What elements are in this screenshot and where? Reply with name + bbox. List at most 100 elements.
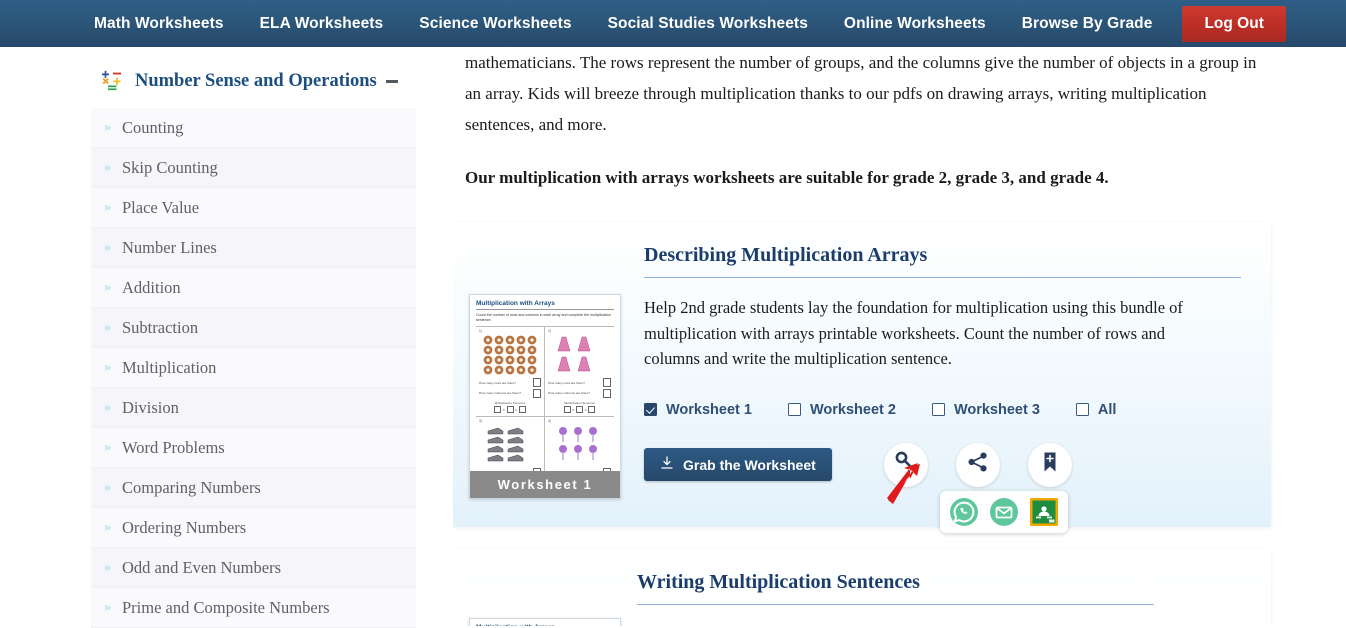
equation-row: × = (548, 405, 611, 413)
nav-item-social-studies-worksheets[interactable]: Social Studies Worksheets (590, 0, 826, 47)
whatsapp-icon[interactable] (949, 497, 979, 527)
checkbox-worksheet-2[interactable]: Worksheet 2 (787, 401, 896, 418)
worksheet-checkbox-group: Worksheet 1 Worksheet 2 Worksheet 3 All (644, 402, 1241, 418)
sidebar-item-skip-counting[interactable]: » Skip Counting (91, 148, 416, 188)
thumbnail-caption: Worksheet 1 (470, 471, 620, 498)
card-description: Help 2nd grade students lay the foundati… (644, 298, 1183, 368)
sidebar-item-label: Addition (122, 277, 181, 297)
equation-box (494, 405, 502, 413)
sidebar-item-label: Division (122, 397, 179, 417)
google-classroom-icon[interactable] (1029, 497, 1059, 527)
sidebar-item-addition[interactable]: » Addition (91, 268, 416, 308)
bookmark-plus-icon (1039, 451, 1061, 478)
math-operators-icon (100, 68, 126, 94)
equation-box (563, 405, 571, 413)
sidebar-item-label: Word Problems (122, 437, 225, 457)
answer-box (603, 388, 611, 398)
answer-box (533, 378, 541, 387)
sidebar-header[interactable]: Number Sense and Operations (91, 62, 416, 108)
card-actions: Grab the Worksheet (644, 442, 1241, 533)
sidebar-item-comparing-numbers[interactable]: » Comparing Numbers (91, 468, 416, 508)
sidebar-item-label: Multiplication (122, 357, 217, 377)
nav-item-browse-by-grade[interactable]: Browse By Grade (1004, 0, 1171, 47)
grab-the-worksheet-button[interactable]: Grab the Worksheet (644, 448, 832, 481)
card-description: Scale up your practice of multiplication… (637, 622, 1154, 626)
sidebar-item-label: Odd and Even Numbers (122, 557, 282, 577)
worksheet-card-describing-multiplication-arrays: Multiplication with Arrays Count the num… (453, 222, 1271, 533)
bookmark-button[interactable] (1027, 442, 1072, 487)
sidebar-item-counting[interactable]: » Counting (91, 108, 416, 148)
checkbox-all[interactable]: All (1075, 402, 1116, 418)
question-rows-label: How many rows are there? (479, 380, 516, 385)
card-title: Describing Multiplication Arrays (644, 244, 1241, 278)
share-options-popup (940, 490, 1068, 533)
checkbox-worksheet-3[interactable]: Worksheet 3 (931, 402, 1040, 418)
multiply-symbol: × (572, 406, 575, 412)
checkbox-box[interactable] (931, 403, 945, 416)
chevron-double-right-icon: » (104, 599, 111, 615)
checkbox-label: Worksheet 2 (809, 401, 896, 418)
nav-item-ela-worksheets[interactable]: ELA Worksheets (242, 0, 402, 47)
question-rows-label: How many rows are there? (548, 380, 585, 385)
sidebar-title: Number Sense and Operations (135, 70, 377, 91)
worksheet-thumbnail[interactable]: Multiplication with Arrays Count the num… (469, 294, 621, 499)
sidebar: Number Sense and Operations » Counting »… (91, 62, 416, 628)
minus-icon[interactable] (385, 79, 398, 83)
chevron-double-right-icon: » (104, 519, 111, 535)
sidebar-item-label: Number Lines (122, 237, 217, 257)
logout-button[interactable]: Log Out (1182, 5, 1286, 42)
card-title: Writing Multiplication Sentences (637, 571, 1154, 605)
card-body: Describing Multiplication Arrays Help 2n… (637, 244, 1241, 533)
answer-key-button[interactable] (883, 442, 928, 487)
checkbox-box-checked[interactable] (644, 403, 657, 416)
sidebar-item-multiplication[interactable]: » Multiplication (91, 348, 416, 388)
sidebar-item-label: Place Value (122, 197, 200, 217)
sidebar-item-place-value[interactable]: » Place Value (91, 188, 416, 228)
share-button[interactable] (955, 442, 1000, 487)
sidebar-item-prime-and-composite-numbers[interactable]: » Prime and Composite Numbers (91, 588, 416, 628)
array-irons (479, 425, 541, 465)
share-icon (967, 451, 989, 478)
sidebar-item-label: Subtraction (122, 317, 199, 337)
sidebar-item-subtraction[interactable]: » Subtraction (91, 308, 416, 348)
equation-box (588, 405, 596, 413)
sidebar-item-number-lines[interactable]: » Number Lines (91, 228, 416, 268)
sidebar-item-label: Comparing Numbers (122, 477, 261, 497)
worksheet-preview-title: Multiplication with Arrays (476, 300, 614, 310)
cell-number: 1) (479, 329, 482, 333)
equation-box (518, 405, 526, 413)
checkbox-worksheet-1[interactable]: Worksheet 1 (644, 402, 752, 418)
intro-section: mathematicians. The rows represent the n… (453, 47, 1273, 193)
sidebar-item-label: Ordering Numbers (122, 517, 247, 537)
equation-box (506, 405, 514, 413)
sidebar-item-word-problems[interactable]: » Word Problems (91, 428, 416, 468)
checkbox-box[interactable] (787, 403, 801, 416)
chevron-double-right-icon: » (104, 159, 111, 175)
question-cols-label: How many columns are there? (479, 391, 521, 395)
worksheet-preview-instruction: Count the number of rows and columns in … (476, 313, 611, 322)
chevron-double-right-icon: » (104, 399, 111, 415)
cell-number: 3) (479, 418, 482, 423)
checkbox-label: Worksheet 1 (666, 401, 752, 418)
sidebar-item-list: » Counting » Skip Counting » Place Value… (91, 108, 416, 628)
sidebar-item-ordering-numbers[interactable]: » Ordering Numbers (91, 508, 416, 548)
thumbnail-column: Multiplication with Arrays Write the mul… (469, 571, 637, 626)
chevron-double-right-icon: » (104, 359, 111, 375)
worksheet-preview: Multiplication with Arrays Count the num… (470, 295, 620, 498)
sidebar-item-division[interactable]: » Division (91, 388, 416, 428)
nav-item-science-worksheets[interactable]: Science Worksheets (401, 0, 589, 47)
checkbox-box[interactable] (1075, 403, 1089, 416)
worksheet-card-writing-multiplication-sentences: Multiplication with Arrays Write the mul… (453, 549, 1271, 626)
equation-box (576, 405, 583, 413)
email-icon[interactable] (989, 497, 1019, 527)
cell-number: 4) (548, 418, 551, 423)
intro-bold-line: Our multiplication with arrays worksheet… (465, 168, 1109, 187)
sidebar-item-odd-and-even-numbers[interactable]: » Odd and Even Numbers (91, 548, 416, 588)
nav-item-math-worksheets[interactable]: Math Worksheets (76, 0, 242, 47)
question-rows: How many rows are there? (479, 378, 541, 387)
array-lollipops (548, 425, 611, 465)
chevron-double-right-icon: » (104, 559, 111, 575)
nav-item-online-worksheets[interactable]: Online Worksheets (826, 0, 1004, 47)
chevron-double-right-icon: » (104, 319, 111, 335)
worksheet-thumbnail[interactable]: Multiplication with Arrays Write the mul… (469, 618, 621, 626)
